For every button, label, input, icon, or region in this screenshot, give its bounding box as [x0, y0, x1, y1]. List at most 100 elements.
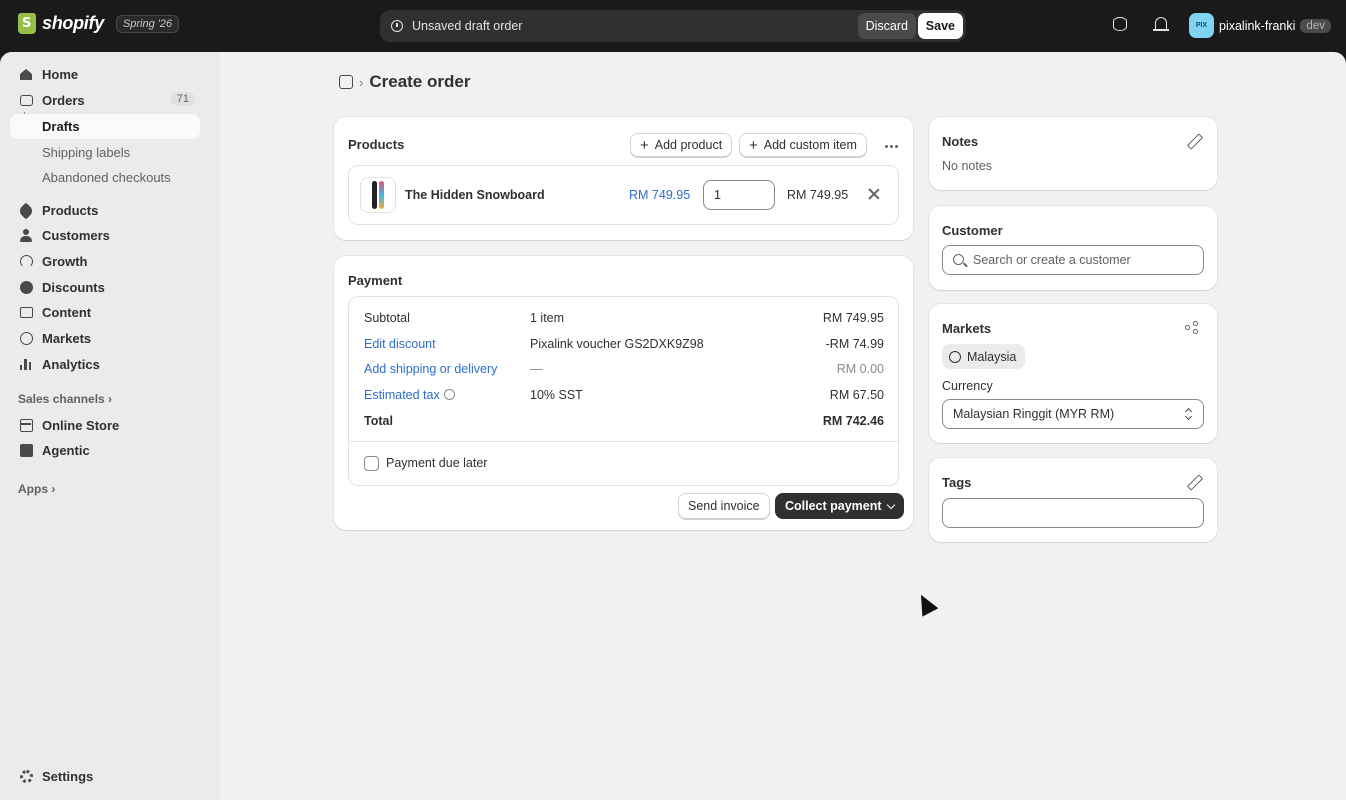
- divider: [349, 441, 898, 442]
- edit-discount-link[interactable]: Edit discount: [364, 337, 436, 351]
- sidebar-item-customers[interactable]: Customers: [10, 223, 200, 248]
- avatar: PIX: [1189, 13, 1214, 38]
- sidebar-item-settings[interactable]: Settings: [10, 764, 200, 789]
- tag-icon: [17, 202, 35, 219]
- agentic-icon: [19, 444, 33, 457]
- draft-orders-icon[interactable]: [339, 75, 353, 89]
- tags-title: Tags: [942, 475, 972, 490]
- page-title: Create order: [369, 72, 471, 91]
- currency-label: Currency: [942, 379, 993, 393]
- info-icon[interactable]: [443, 389, 455, 400]
- market-name: Malaysia: [967, 349, 1017, 364]
- sidebar-item-agentic[interactable]: Agentic: [10, 438, 200, 463]
- row-amount: RM 749.95: [822, 311, 884, 325]
- product-price[interactable]: RM 749.95: [629, 188, 690, 202]
- share-nodes-icon[interactable]: [1185, 321, 1199, 335]
- discount-icon: [19, 281, 33, 294]
- person-icon: [20, 229, 32, 242]
- env-badge: dev: [1300, 18, 1331, 33]
- send-invoice-button[interactable]: Send invoice: [678, 493, 770, 519]
- unsaved-draft-bar: Unsaved draft order Discard Save: [380, 10, 966, 42]
- edition-badge: Spring '26: [115, 14, 180, 33]
- remove-item-icon[interactable]: [867, 187, 881, 201]
- gauge-icon: [19, 255, 33, 268]
- add-shipping-link[interactable]: Add shipping or delivery: [364, 362, 497, 376]
- payment-due-later-checkbox[interactable]: [364, 456, 379, 471]
- shipping-row: Add shipping or delivery — RM 0.00: [364, 362, 884, 382]
- store-switcher[interactable]: PIX pixalink-franki dev: [1189, 13, 1331, 38]
- product-thumbnail: [360, 177, 396, 213]
- sidebar-item-drafts[interactable]: Drafts: [10, 114, 200, 139]
- row-amount: RM 67.50: [829, 388, 884, 402]
- gear-icon: [19, 770, 33, 783]
- collect-payment-button[interactable]: Collect payment: [775, 493, 904, 519]
- sidebar-item-products[interactable]: Products: [10, 198, 200, 223]
- row-amount: RM 0.00: [836, 362, 884, 376]
- edit-pencil-icon[interactable]: [1187, 134, 1201, 148]
- total-row: Total RM 742.46: [364, 414, 884, 434]
- currency-select[interactable]: Malaysian Ringgit (MYR RM): [942, 399, 1204, 429]
- edit-pencil-icon[interactable]: [1187, 475, 1201, 489]
- sidebar-item-content[interactable]: Content: [10, 300, 200, 325]
- add-product-button[interactable]: + Add product: [630, 133, 733, 157]
- save-button[interactable]: Save: [917, 13, 963, 39]
- sidebar-item-label: Orders: [42, 93, 85, 108]
- row-detail: 10% SST: [530, 388, 583, 402]
- sidebar-item-label: Home: [42, 67, 79, 82]
- tags-card: Tags: [929, 458, 1217, 542]
- shopify-logo[interactable]: shopify Spring '26: [18, 13, 180, 34]
- tax-label-group: Estimated tax: [364, 388, 455, 402]
- sidebar-item-label: Customers: [42, 228, 110, 243]
- markets-card: Markets Malaysia Currency Malaysian Ring…: [929, 304, 1217, 443]
- sidebar-item-label: Settings: [42, 769, 94, 784]
- quantity-input[interactable]: [703, 180, 775, 210]
- customer-search-input[interactable]: Search or create a customer: [942, 245, 1204, 275]
- sidebar-item-label: Agentic: [42, 443, 90, 458]
- sidebar-item-discounts[interactable]: Discounts: [10, 275, 200, 300]
- row-label: Total: [364, 414, 393, 428]
- payment-due-later-label[interactable]: Payment due later: [386, 456, 487, 470]
- sidebar-item-label: Products: [42, 203, 99, 218]
- alert-circle-icon: [391, 20, 403, 32]
- search-icon: [953, 254, 964, 265]
- content-icon: [19, 307, 33, 318]
- bell-icon[interactable]: [1153, 17, 1171, 35]
- shopify-bag-icon: [18, 13, 36, 34]
- sidebar-item-analytics[interactable]: Analytics: [10, 352, 200, 377]
- database-icon[interactable]: [1113, 17, 1131, 35]
- sidebar-item-growth[interactable]: Growth: [10, 249, 200, 274]
- payment-title: Payment: [348, 273, 403, 288]
- store-icon: [19, 419, 33, 432]
- currency-value: Malaysian Ringgit (MYR RM): [953, 407, 1115, 421]
- customer-card: Customer Search or create a customer: [929, 206, 1217, 290]
- sidebar-item-label: Markets: [42, 331, 92, 346]
- top-bar: shopify Spring '26 Unsaved draft order D…: [0, 0, 1346, 52]
- sidebar-item-label: Drafts: [42, 119, 80, 134]
- row-amount: -RM 74.99: [825, 337, 884, 351]
- payment-card: Payment Subtotal 1 item RM 749.95 Edit d…: [334, 256, 913, 530]
- add-custom-item-button[interactable]: + Add custom item: [739, 133, 867, 157]
- sidebar-item-home[interactable]: Home: [10, 62, 200, 87]
- store-name: pixalink-franki: [1219, 18, 1296, 33]
- estimated-tax-link[interactable]: Estimated tax: [364, 388, 440, 402]
- row-detail: Pixalink voucher GS2DXK9Z98: [530, 337, 704, 351]
- row-amount: RM 742.46: [822, 414, 884, 428]
- globe-icon: [949, 350, 961, 363]
- line-item: The Hidden Snowboard RM 749.95 RM 749.95: [348, 165, 899, 225]
- apps-heading[interactable]: Apps ›: [18, 482, 55, 496]
- discard-button[interactable]: Discard: [857, 13, 916, 39]
- sales-channels-heading[interactable]: Sales channels ›: [18, 392, 112, 406]
- sidebar-item-label: Shipping labels: [42, 145, 131, 160]
- sidebar-item-shipping-labels[interactable]: Shipping labels: [10, 140, 200, 165]
- sidebar-item-online-store[interactable]: Online Store: [10, 413, 200, 438]
- chevron-down-icon: [886, 500, 895, 509]
- more-actions-icon[interactable]: [880, 135, 902, 157]
- sidebar-item-orders[interactable]: Orders 71: [10, 88, 200, 113]
- tags-input[interactable]: [942, 498, 1204, 528]
- select-chevron-icon: [1185, 408, 1193, 422]
- customer-title: Customer: [942, 223, 1003, 238]
- sidebar-item-markets[interactable]: Markets: [10, 326, 200, 351]
- markets-title: Markets: [942, 321, 992, 336]
- sidebar-item-abandoned-checkouts[interactable]: Abandoned checkouts: [10, 165, 200, 190]
- product-name[interactable]: The Hidden Snowboard: [405, 188, 545, 202]
